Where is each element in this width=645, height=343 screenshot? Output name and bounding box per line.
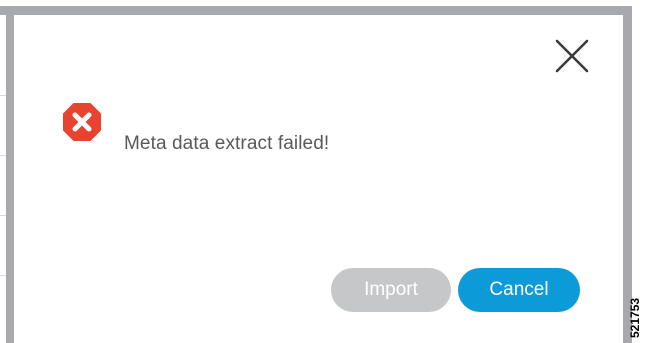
error-message: Meta data extract failed! (124, 133, 330, 154)
dialog-right-border (623, 6, 632, 343)
screenshot-frame: Meta data extract failed! Import Cancel … (0, 0, 645, 343)
dialog-left-border (6, 6, 14, 343)
dialog-top-border (0, 6, 632, 15)
error-octagon-icon (62, 102, 102, 142)
close-icon (555, 39, 589, 73)
figure-id-label: 521753 (628, 297, 642, 338)
close-button[interactable] (543, 27, 591, 75)
import-button[interactable]: Import (331, 268, 451, 312)
cancel-button[interactable]: Cancel (458, 268, 580, 312)
